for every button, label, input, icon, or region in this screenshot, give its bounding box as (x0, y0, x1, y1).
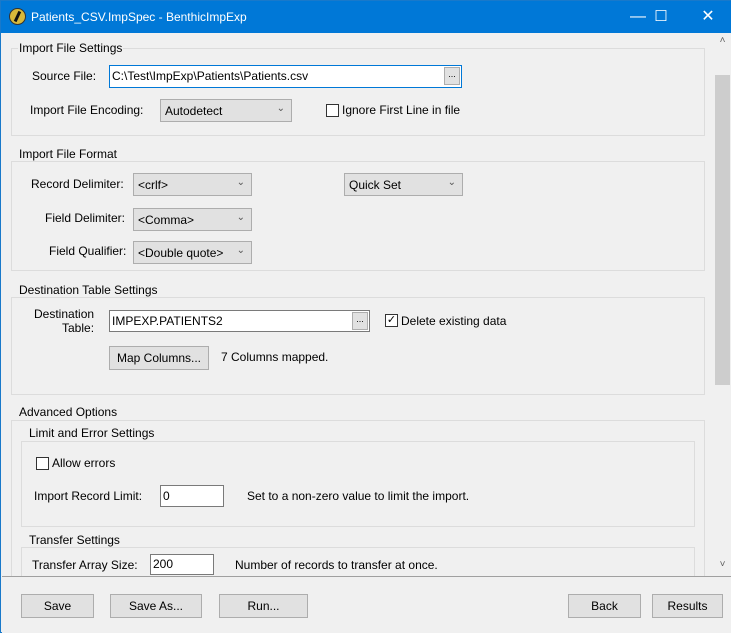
encoding-value: Autodetect (165, 104, 223, 118)
destination-label-line2: Table: (62, 321, 95, 335)
scrollbar-thumb[interactable] (715, 75, 730, 385)
group-legend: Import File Settings (18, 41, 124, 55)
destination-table-input[interactable]: IMPEXP.PATIENTS2 ... (109, 310, 370, 332)
quick-set-select[interactable]: Quick Set ⌄ (344, 173, 463, 196)
map-columns-button[interactable]: Map Columns... (109, 346, 209, 370)
array-size-input[interactable]: 200 (150, 554, 214, 575)
scroll-down-icon[interactable]: ˅ (714, 559, 731, 570)
scroll-up-icon[interactable]: ˄ (714, 35, 731, 46)
record-limit-input[interactable]: 0 (160, 485, 224, 507)
record-delimiter-select[interactable]: <crlf> ⌄ (133, 173, 252, 196)
record-delimiter-value: <crlf> (138, 178, 169, 192)
chevron-down-icon: ⌄ (236, 245, 245, 256)
mapped-columns-text: 7 Columns mapped. (221, 350, 329, 364)
allow-errors-checkbox[interactable] (36, 457, 49, 470)
field-delimiter-select[interactable]: <Comma> ⌄ (133, 208, 252, 231)
field-qualifier-label: Field Qualifier: (49, 244, 127, 258)
record-delimiter-label: Record Delimiter: (31, 177, 124, 191)
field-qualifier-value: <Double quote> (138, 246, 224, 260)
close-button[interactable]: ✕ (685, 1, 731, 33)
chevron-down-icon: ⌄ (236, 212, 245, 223)
array-size-hint: Number of records to transfer at once. (235, 558, 438, 572)
limit-error-group (21, 441, 695, 527)
chevron-down-icon: ⌄ (236, 177, 245, 188)
browse-source-button[interactable]: ... (444, 67, 460, 85)
group-legend: Limit and Error Settings (28, 426, 156, 440)
delete-existing-checkbox[interactable]: ✓ (385, 314, 398, 327)
app-icon (9, 8, 26, 25)
results-button[interactable]: Results (652, 594, 723, 618)
ignore-first-line-checkbox[interactable] (326, 104, 339, 117)
field-delimiter-label: Field Delimiter: (45, 211, 126, 225)
destination-label-line1: Destination (34, 307, 95, 321)
record-limit-value: 0 (163, 489, 170, 503)
app-window: Patients_CSV.ImpSpec - BenthicImpExp — ☐… (0, 0, 731, 633)
ignore-first-line-label[interactable]: Ignore First Line in file (342, 103, 460, 117)
source-file-value: C:\Test\ImpExp\Patients\Patients.csv (112, 69, 309, 83)
vertical-scrollbar[interactable]: ˄ ˅ (714, 33, 731, 576)
import-file-settings-group (11, 48, 705, 136)
chevron-down-icon: ⌄ (276, 103, 285, 114)
group-legend: Destination Table Settings (18, 283, 159, 297)
record-limit-hint: Set to a non-zero value to limit the imp… (247, 489, 470, 503)
array-size-label: Transfer Array Size: (32, 558, 138, 572)
chevron-down-icon: ⌄ (447, 177, 456, 188)
group-legend: Import File Format (18, 147, 119, 161)
destination-table-value: IMPEXP.PATIENTS2 (112, 314, 223, 328)
field-delimiter-value: <Comma> (138, 213, 195, 227)
group-legend: Transfer Settings (28, 533, 121, 547)
maximize-button[interactable]: ☐ (638, 1, 684, 33)
field-qualifier-select[interactable]: <Double quote> ⌄ (133, 241, 252, 264)
source-file-label: Source File: (32, 69, 97, 83)
array-size-value: 200 (153, 557, 174, 571)
window-title: Patients_CSV.ImpSpec - BenthicImpExp (31, 10, 247, 24)
record-limit-label: Import Record Limit: (34, 489, 143, 503)
run-button[interactable]: Run... (219, 594, 308, 618)
save-button[interactable]: Save (21, 594, 94, 618)
back-button[interactable]: Back (568, 594, 641, 618)
title-bar: Patients_CSV.ImpSpec - BenthicImpExp — ☐… (1, 1, 731, 33)
encoding-select[interactable]: Autodetect ⌄ (160, 99, 292, 122)
source-file-input[interactable]: C:\Test\ImpExp\Patients\Patients.csv ... (109, 65, 462, 88)
delete-existing-label[interactable]: Delete existing data (401, 314, 506, 328)
group-legend: Advanced Options (18, 405, 119, 419)
bottom-button-bar: Save Save As... Run... Back Results (2, 576, 731, 633)
save-as-button[interactable]: Save As... (110, 594, 202, 618)
encoding-label: Import File Encoding: (30, 103, 144, 117)
scrollable-content: Import File Settings Source File: C:\Tes… (2, 33, 714, 576)
quick-set-value: Quick Set (349, 178, 402, 192)
allow-errors-label[interactable]: Allow errors (52, 456, 115, 470)
browse-destination-button[interactable]: ... (352, 312, 368, 330)
